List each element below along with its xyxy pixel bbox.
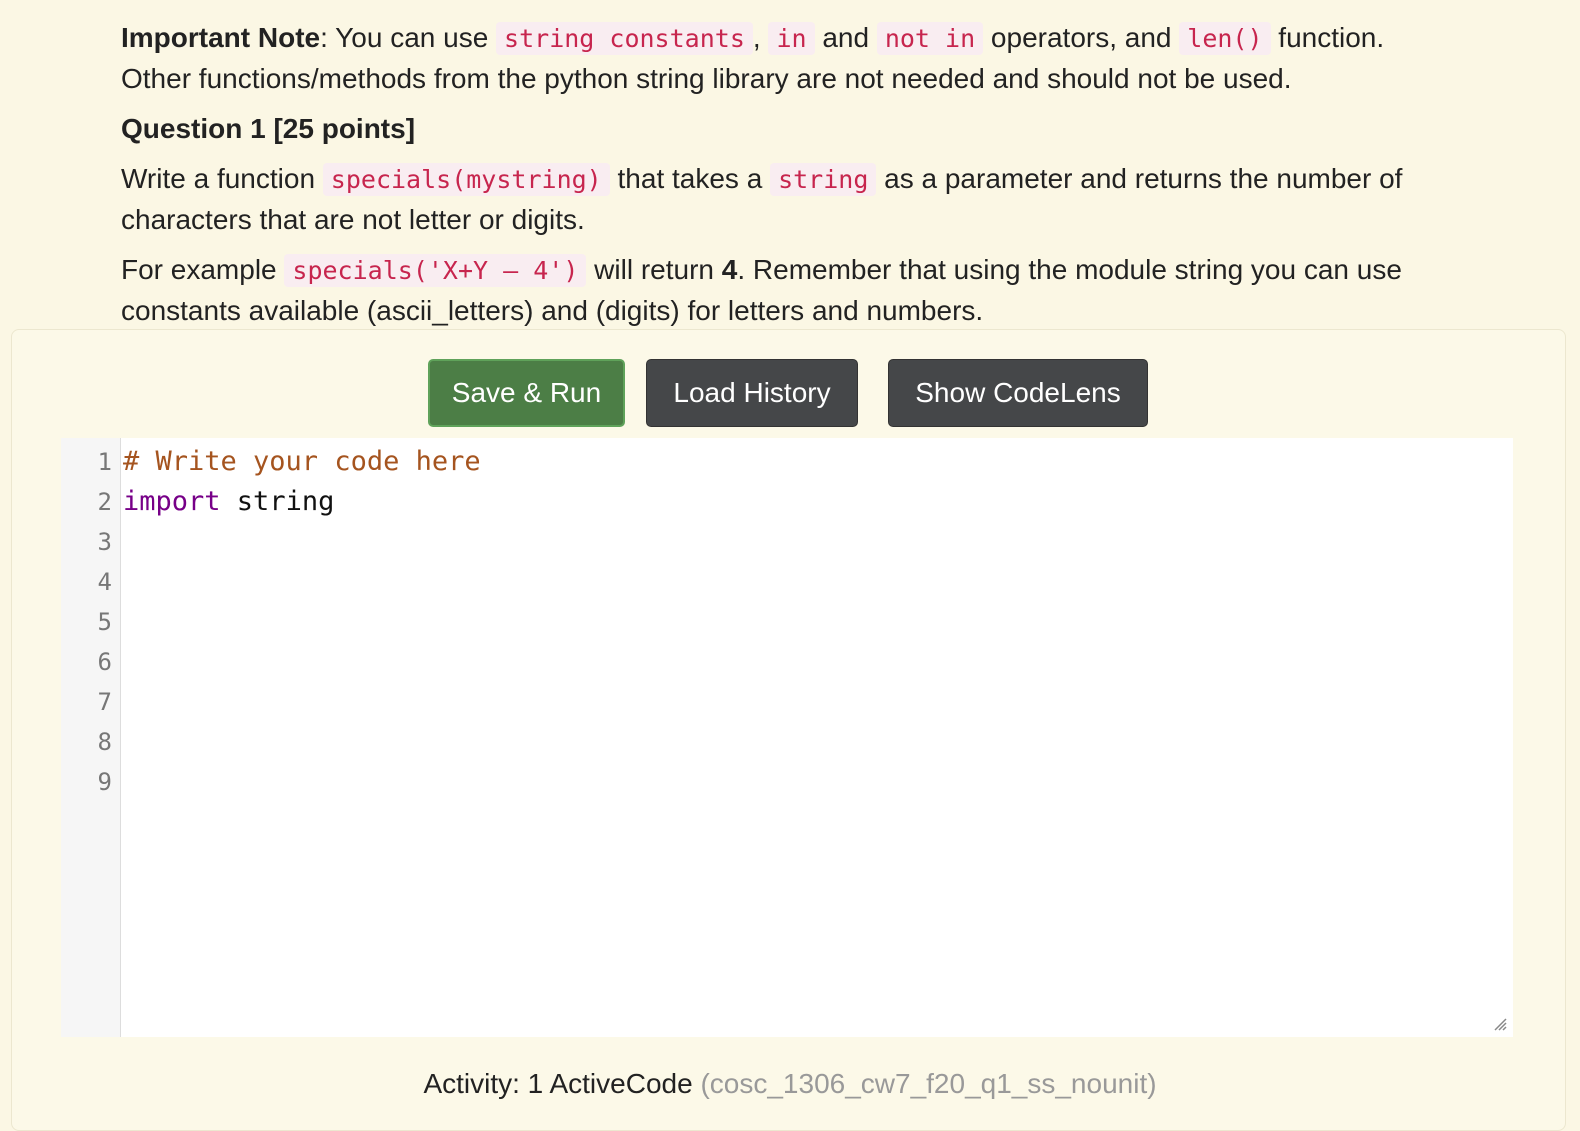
load-history-button[interactable]: Load History [646,359,858,427]
line-number: 3 [97,528,112,556]
activity-footer: Activity: 1 ActiveCode (cosc_1306_cw7_f2… [0,1068,1580,1100]
note-text-2: Other functions/methods from the python … [121,63,1292,94]
example-text: For example specials('X+Y – 4') will ret… [121,250,1461,331]
line-number: 4 [97,568,112,596]
activity-label: Activity: 1 ActiveCode [423,1068,693,1099]
code-specials: specials(mystring) [322,163,610,196]
line-number: 6 [97,648,112,676]
operators-text: operators, and [983,22,1180,53]
line-number: 1 [97,448,112,476]
code-len: len() [1179,22,1271,55]
function-text: function. [1270,22,1385,53]
and-text: and [814,22,877,53]
code-string: string [770,163,877,196]
resize-handle-icon[interactable] [1491,1015,1507,1031]
save-run-button[interactable]: Save & Run [428,359,625,427]
example-result: 4 [721,254,738,285]
comma: , [752,22,761,53]
line-number: 8 [97,728,112,756]
q-text-1: Write a function [121,163,323,194]
important-note: Important Note: You can use string const… [121,18,1461,99]
instructions: Important Note: You can use string const… [121,18,1461,341]
note-text: : You can use [320,22,497,53]
line-number-gutter: 1 2 3 4 5 6 7 8 9 [61,438,121,1037]
activity-id: (cosc_1306_cw7_f20_q1_ss_nounit) [692,1068,1157,1099]
show-codelens-button[interactable]: Show CodeLens [888,359,1148,427]
code-text: string [220,486,335,517]
code-not-in: not in [876,22,984,55]
code-comment: # Write your code here [123,446,481,477]
question-title: Question 1 [25 points] [121,113,416,144]
line-number: 7 [97,688,112,716]
ex-text-1: For example [121,254,285,285]
line-number: 5 [97,608,112,636]
code-keyword: import [123,486,221,517]
line-number: 2 [97,488,112,516]
line-number: 9 [97,768,112,796]
code-line-1[interactable]: # Write your code here [123,446,481,477]
note-label: Important Note [121,22,321,53]
code-string-constants: string constants [496,22,753,55]
code-in: in [768,22,815,55]
question-text: Write a function specials(mystring) that… [121,159,1461,240]
code-example: specials('X+Y – 4') [284,254,587,287]
ex-text-2: will return [586,254,722,285]
code-line-2[interactable]: import string [123,486,334,517]
q-text-2: that takes a [609,163,771,194]
code-editor[interactable]: 1 2 3 4 5 6 7 8 9 # Write your code here… [61,438,1513,1037]
